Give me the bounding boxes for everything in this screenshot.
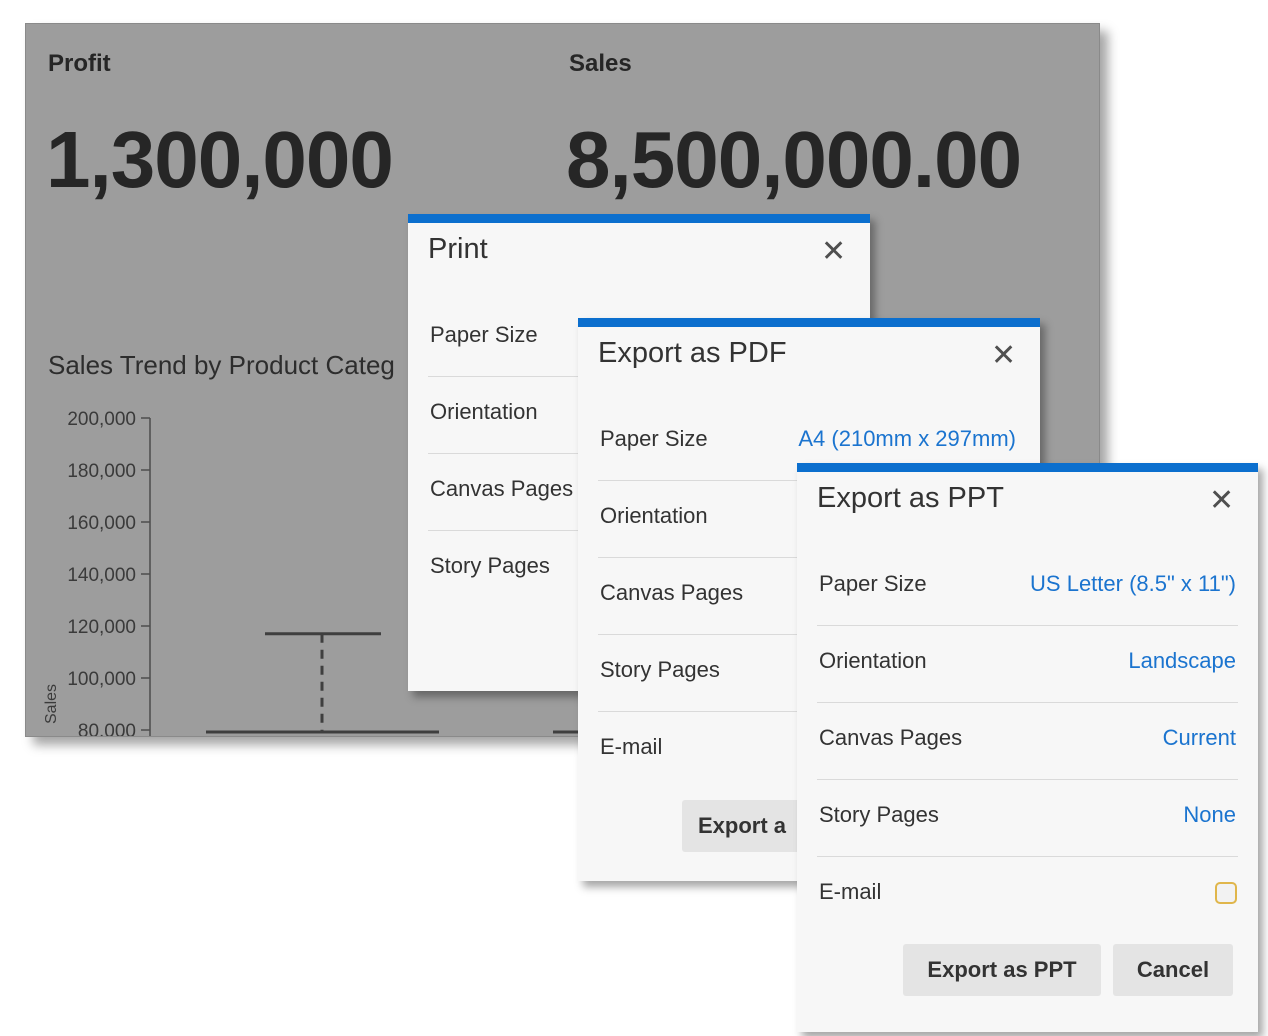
y-tick-label: 200,000 xyxy=(67,409,136,430)
email-checkbox[interactable] xyxy=(1215,882,1237,904)
export-ppt-dialog: Export as PPT ✕ Paper Size US Letter (8.… xyxy=(797,463,1258,1032)
y-tick-label: 160,000 xyxy=(67,513,136,534)
story-pages-value[interactable]: None xyxy=(1183,802,1236,828)
row-label: Orientation xyxy=(430,399,538,424)
ppt-row-story-pages[interactable]: Story Pages None xyxy=(817,780,1238,857)
paper-size-value[interactable]: A4 (210mm x 297mm) xyxy=(798,426,1016,452)
row-label: Paper Size xyxy=(430,322,538,347)
screenshot-stage: Profit 1,300,000 Sales 8,500,000.00 Sale… xyxy=(0,0,1268,1036)
row-label: Canvas Pages xyxy=(600,580,744,605)
ppt-dialog-title: Export as PPT xyxy=(817,482,1004,514)
row-label: Story Pages xyxy=(430,553,550,578)
print-dialog-title: Print xyxy=(428,233,488,265)
ppt-row-paper-size[interactable]: Paper Size US Letter (8.5" x 11") xyxy=(817,549,1238,626)
row-label: Story Pages xyxy=(600,657,720,682)
y-tick-label: 100,000 xyxy=(67,669,136,690)
ppt-row-email[interactable]: E-mail xyxy=(817,857,1238,934)
row-label: Paper Size xyxy=(600,426,708,451)
row-label: Canvas Pages xyxy=(430,476,574,501)
row-label: Canvas Pages xyxy=(819,725,963,750)
ppt-row-canvas-pages[interactable]: Canvas Pages Current xyxy=(817,703,1238,780)
canvas-pages-value[interactable]: Current xyxy=(1163,725,1236,751)
row-label: E-mail xyxy=(600,734,663,759)
row-label: Story Pages xyxy=(819,802,939,827)
close-icon[interactable]: ✕ xyxy=(821,237,846,267)
paper-size-value[interactable]: US Letter (8.5" x 11") xyxy=(1030,571,1236,597)
row-label: Orientation xyxy=(819,648,927,673)
orientation-value[interactable]: Landscape xyxy=(1128,648,1236,674)
close-icon[interactable]: ✕ xyxy=(1209,486,1234,516)
row-label: Orientation xyxy=(600,503,708,528)
row-label: E-mail xyxy=(819,879,882,904)
y-tick-label: 180,000 xyxy=(67,461,136,482)
export-pdf-button[interactable]: Export a xyxy=(682,800,802,852)
export-ppt-button[interactable]: Export as PPT xyxy=(903,944,1101,996)
cancel-button[interactable]: Cancel xyxy=(1113,944,1233,996)
y-tick-label: 80,000 xyxy=(78,721,136,736)
pdf-dialog-title: Export as PDF xyxy=(598,337,787,369)
y-axis-label: Sales xyxy=(43,684,60,724)
y-tick-label: 140,000 xyxy=(67,565,136,586)
row-label: Paper Size xyxy=(819,571,927,596)
ppt-row-orientation[interactable]: Orientation Landscape xyxy=(817,626,1238,703)
y-tick-label: 120,000 xyxy=(67,617,136,638)
close-icon[interactable]: ✕ xyxy=(991,341,1016,371)
